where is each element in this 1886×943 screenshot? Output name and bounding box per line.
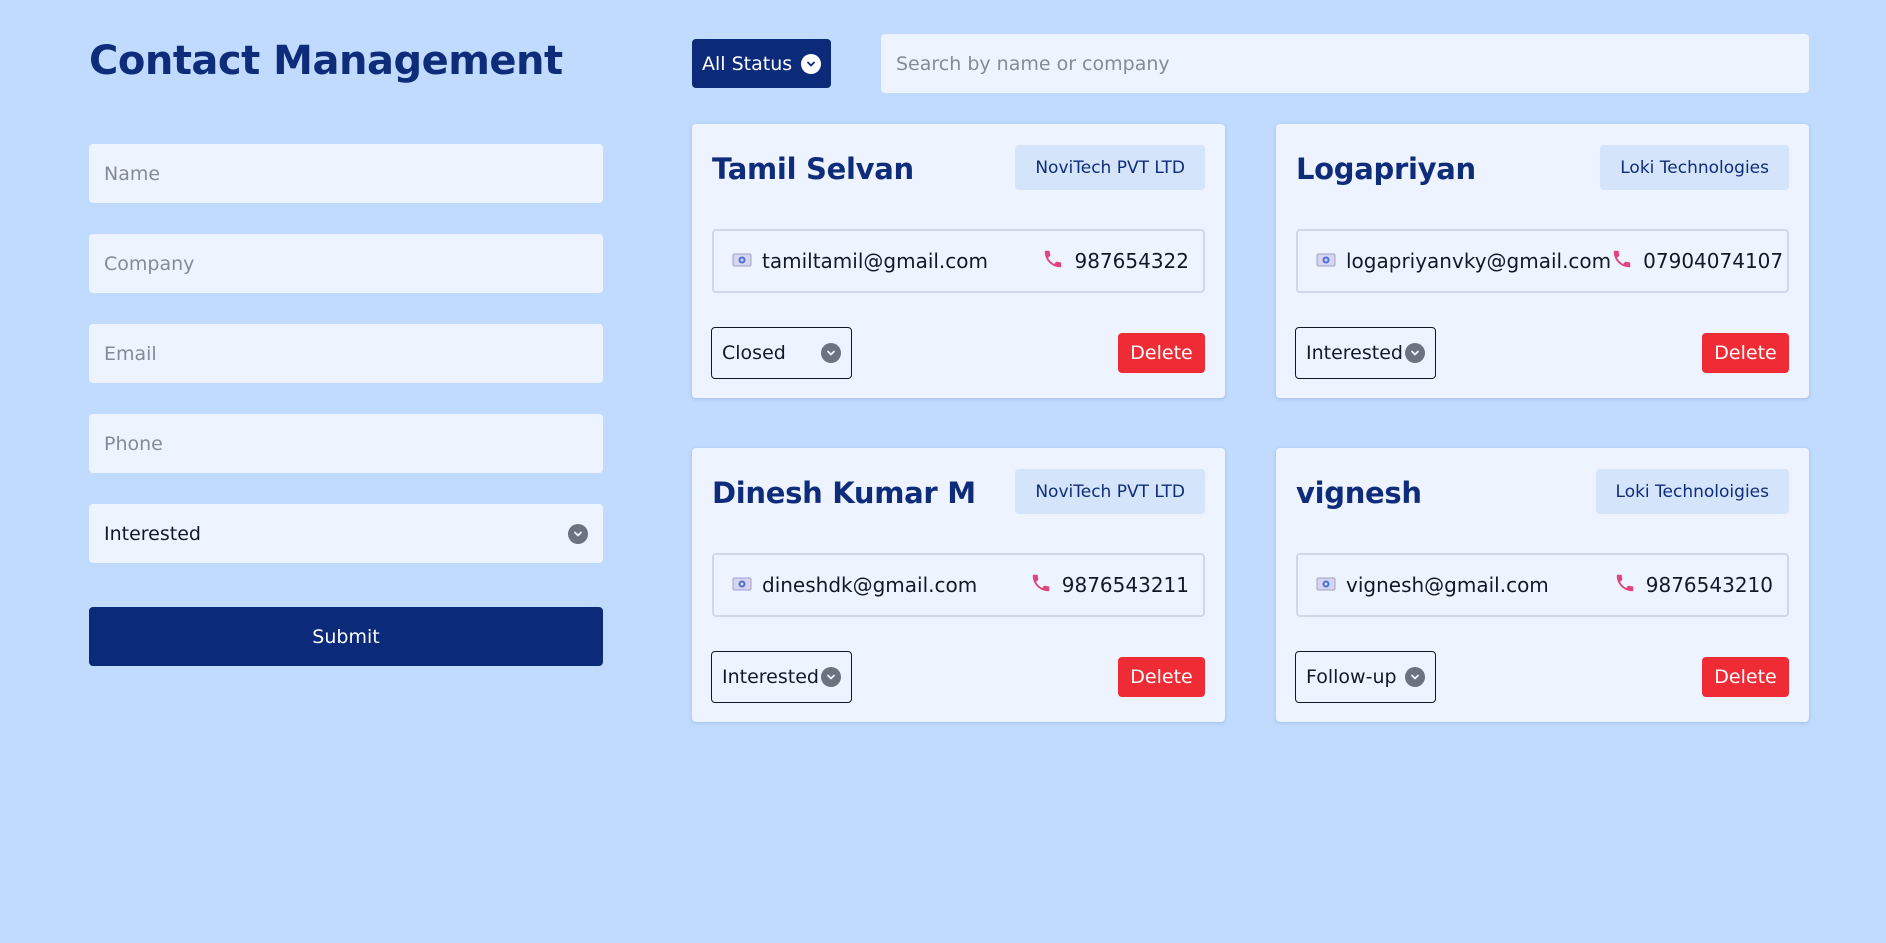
- page-title: Contact Management: [89, 38, 563, 84]
- contact-name: Dinesh Kumar M: [712, 476, 976, 510]
- chevron-down-icon: [1405, 667, 1425, 687]
- contact-status-select[interactable]: Follow-up: [1295, 651, 1436, 703]
- email-input[interactable]: [89, 324, 603, 383]
- phone-input[interactable]: [89, 414, 603, 473]
- chevron-down-icon: [1405, 343, 1425, 363]
- contact-email: tamiltamil@gmail.com: [762, 249, 989, 273]
- company-badge: NoviTech PVT LTD: [1015, 469, 1205, 514]
- email-icon: [732, 249, 752, 273]
- contact-info: dineshdk@gmail.com 9876543211: [712, 553, 1205, 617]
- company-input[interactable]: [89, 234, 603, 293]
- contact-phone: 987654322: [1074, 249, 1189, 273]
- contact-info: tamiltamil@gmail.com 987654322: [712, 229, 1205, 293]
- status-select-value: Interested: [104, 522, 201, 545]
- contact-status-value: Follow-up: [1306, 666, 1397, 688]
- delete-button[interactable]: Delete: [1702, 333, 1789, 373]
- status-filter-value: All Status: [702, 52, 793, 75]
- contact-info: vignesh@gmail.com 9876543210: [1296, 553, 1789, 617]
- delete-button[interactable]: Delete: [1702, 657, 1789, 697]
- contact-name: vignesh: [1296, 476, 1422, 510]
- phone-icon: [1611, 248, 1633, 275]
- phone-icon: [1614, 572, 1636, 599]
- status-select[interactable]: Interested: [89, 504, 603, 563]
- contact-name: Logapriyan: [1296, 152, 1476, 186]
- chevron-down-icon: [801, 53, 821, 74]
- company-badge: NoviTech PVT LTD: [1015, 145, 1205, 190]
- chevron-down-icon: [821, 667, 841, 687]
- contact-status-select[interactable]: Closed: [711, 327, 852, 379]
- contact-status-value: Closed: [722, 342, 786, 364]
- contact-card: vignesh Loki Technoloigies vignesh@gmail…: [1276, 448, 1809, 722]
- contact-phone: 9876543210: [1645, 573, 1773, 597]
- company-badge: Loki Technologies: [1600, 145, 1789, 190]
- contact-status-value: Interested: [722, 666, 819, 688]
- email-icon: [1316, 573, 1336, 597]
- contact-phone: 9876543211: [1061, 573, 1189, 597]
- contact-status-value: Interested: [1306, 342, 1403, 364]
- phone-icon: [1030, 572, 1052, 599]
- contact-info: logapriyanvky@gmail.com 07904074107: [1296, 229, 1789, 293]
- chevron-down-icon: [568, 523, 588, 544]
- contact-card: Tamil Selvan NoviTech PVT LTD tamiltamil…: [692, 124, 1225, 398]
- email-icon: [1316, 249, 1336, 273]
- email-icon: [732, 573, 752, 597]
- company-badge: Loki Technoloigies: [1595, 469, 1789, 514]
- status-filter-select[interactable]: All Status: [692, 39, 831, 88]
- search-input[interactable]: [881, 34, 1809, 93]
- contact-status-select[interactable]: Interested: [1295, 327, 1436, 379]
- phone-icon: [1042, 248, 1064, 275]
- submit-button[interactable]: Submit: [89, 607, 603, 666]
- contact-email: dineshdk@gmail.com: [762, 573, 978, 597]
- contact-name: Tamil Selvan: [712, 152, 914, 186]
- contact-card: Logapriyan Loki Technologies logapriyanv…: [1276, 124, 1809, 398]
- contact-phone: 07904074107: [1643, 249, 1784, 273]
- delete-button[interactable]: Delete: [1118, 333, 1205, 373]
- delete-button[interactable]: Delete: [1118, 657, 1205, 697]
- name-input[interactable]: [89, 144, 603, 203]
- contact-email: vignesh@gmail.com: [1346, 573, 1549, 597]
- contact-card: Dinesh Kumar M NoviTech PVT LTD dineshdk…: [692, 448, 1225, 722]
- contact-status-select[interactable]: Interested: [711, 651, 852, 703]
- chevron-down-icon: [821, 343, 841, 363]
- contact-email: logapriyanvky@gmail.com: [1346, 249, 1612, 273]
